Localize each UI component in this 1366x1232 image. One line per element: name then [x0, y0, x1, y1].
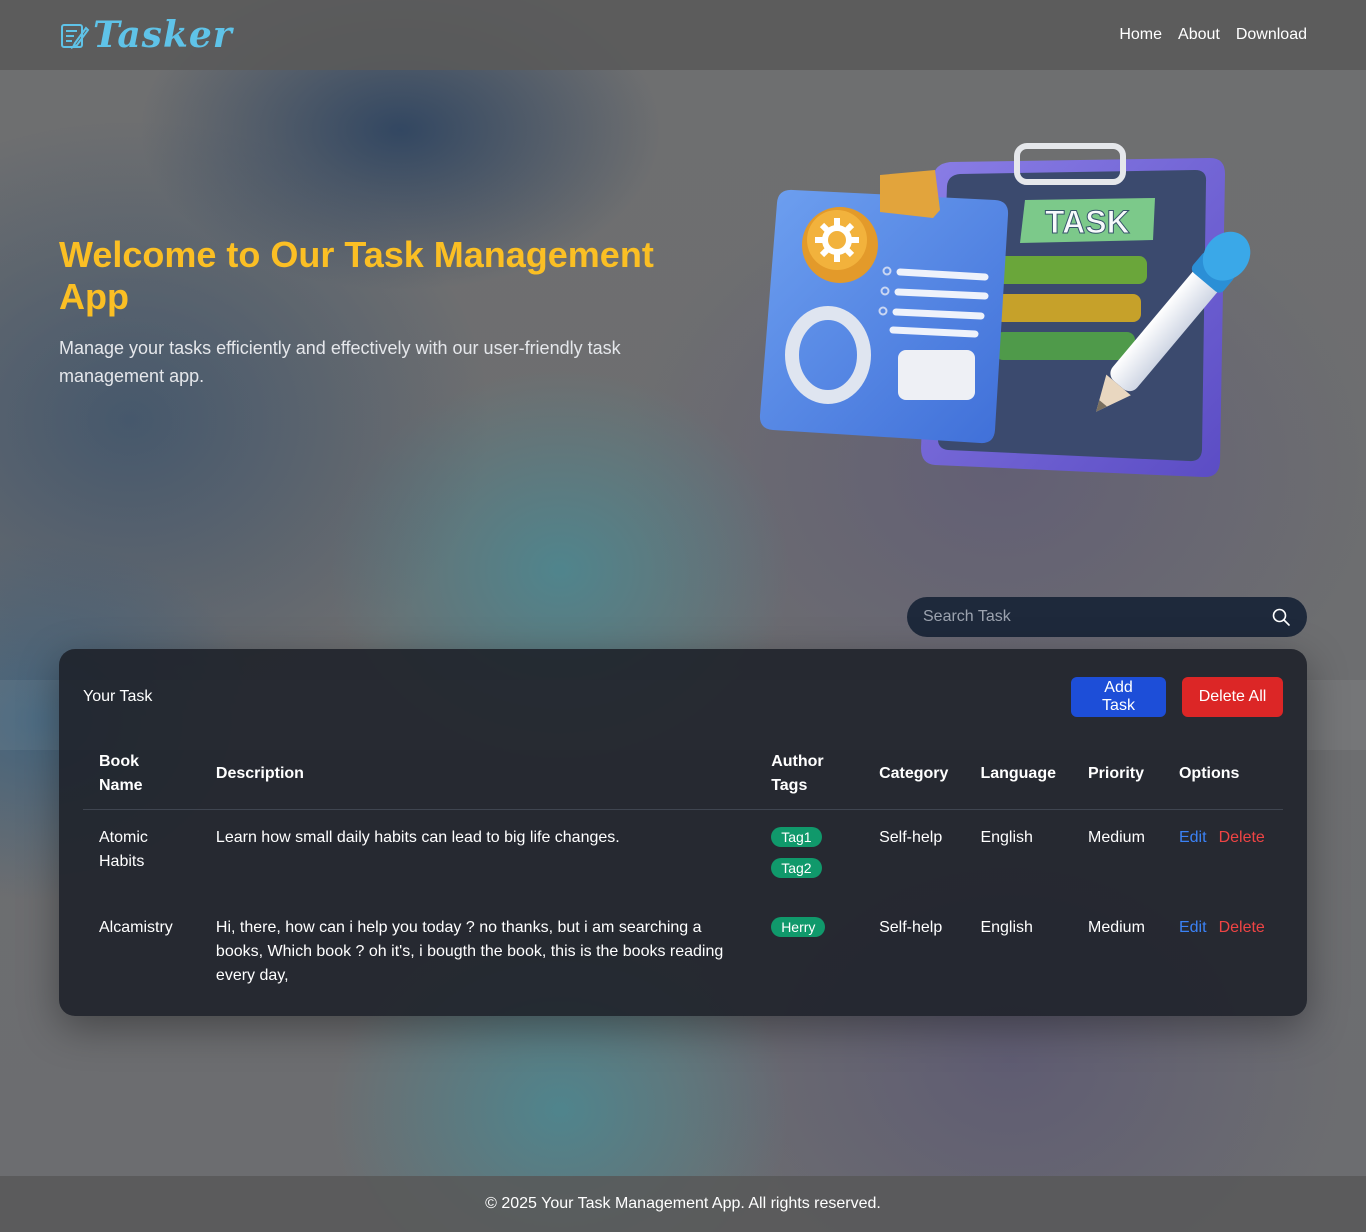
table-row: Atomic Habits Learn how small daily habi…	[83, 809, 1283, 900]
priority-cell: Medium	[1088, 918, 1145, 936]
nav-download-link[interactable]: Download	[1236, 26, 1307, 44]
search-icon[interactable]	[1271, 607, 1291, 627]
description-cell: Learn how small daily habits can lead to…	[215, 828, 620, 846]
search-bar	[907, 597, 1307, 637]
language-cell: English	[980, 828, 1033, 846]
language-cell: English	[980, 918, 1033, 936]
search-input[interactable]	[923, 608, 1271, 626]
footer-copyright: © 2025 Your Task Management App. All rig…	[485, 1195, 881, 1212]
column-header-priority: Priority	[1072, 740, 1163, 810]
options-cell: Edit Delete	[1163, 809, 1283, 900]
edit-link[interactable]: Edit	[1179, 919, 1207, 936]
description-cell: Hi, there, how can i help you today ? no…	[215, 918, 724, 984]
nav-about-link[interactable]: About	[1178, 26, 1220, 44]
tag-badge: Herry	[771, 916, 826, 937]
main-nav: Home About Download	[1119, 26, 1307, 44]
brand-name: Tasker	[93, 14, 233, 56]
illustration-task-label: TASK	[1045, 204, 1130, 240]
book-name-cell: Atomic Habits	[99, 828, 148, 870]
book-name-cell: Alcamistry	[99, 918, 173, 936]
tags-cell: Herry	[755, 900, 863, 1000]
column-header-language: Language	[964, 740, 1072, 810]
tags-cell: Tag1 Tag2	[755, 809, 863, 900]
add-task-button[interactable]: Add Task	[1071, 677, 1166, 717]
tag-badge: Tag2	[771, 857, 822, 878]
hero-title: Welcome to Our Task Management App	[59, 234, 654, 317]
delete-all-button[interactable]: Delete All	[1182, 677, 1283, 717]
site-header: Tasker Home About Download	[0, 0, 1366, 70]
task-panel: Your Task Add Task Delete All Book Name …	[59, 649, 1307, 1016]
hero-subtitle: Manage your tasks efficiently and effect…	[59, 338, 621, 386]
column-header-description: Description	[199, 740, 756, 810]
task-table: Book Name Description Author Tags Catego…	[83, 740, 1283, 1000]
brand-logo[interactable]: Tasker	[59, 14, 233, 56]
site-footer: © 2025 Your Task Management App. All rig…	[0, 1176, 1366, 1232]
edit-link[interactable]: Edit	[1179, 829, 1207, 846]
column-header-category: Category	[863, 740, 965, 810]
table-row: Alcamistry Hi, there, how can i help you…	[83, 900, 1283, 1000]
category-cell: Self-help	[879, 828, 943, 846]
nav-home-link[interactable]: Home	[1119, 26, 1162, 44]
options-cell: Edit Delete	[1163, 900, 1283, 1000]
task-panel-header: Your Task Add Task Delete All	[83, 677, 1283, 717]
column-header-author-tags: Author Tags	[755, 740, 864, 810]
task-clipboard-illustration: TASK	[759, 143, 1251, 478]
column-header-book-name: Book Name	[83, 740, 200, 810]
priority-cell: Medium	[1088, 828, 1145, 846]
notepad-pen-icon	[61, 24, 90, 50]
task-actions: Add Task Delete All	[1071, 677, 1283, 717]
task-panel-title: Your Task	[83, 688, 153, 705]
column-header-options: Options	[1162, 740, 1283, 810]
category-cell: Self-help	[879, 918, 943, 936]
delete-link[interactable]: Delete	[1219, 919, 1265, 936]
table-header-row: Book Name Description Author Tags Catego…	[83, 740, 1283, 810]
tag-badge: Tag1	[771, 826, 822, 847]
delete-link[interactable]: Delete	[1219, 829, 1265, 846]
